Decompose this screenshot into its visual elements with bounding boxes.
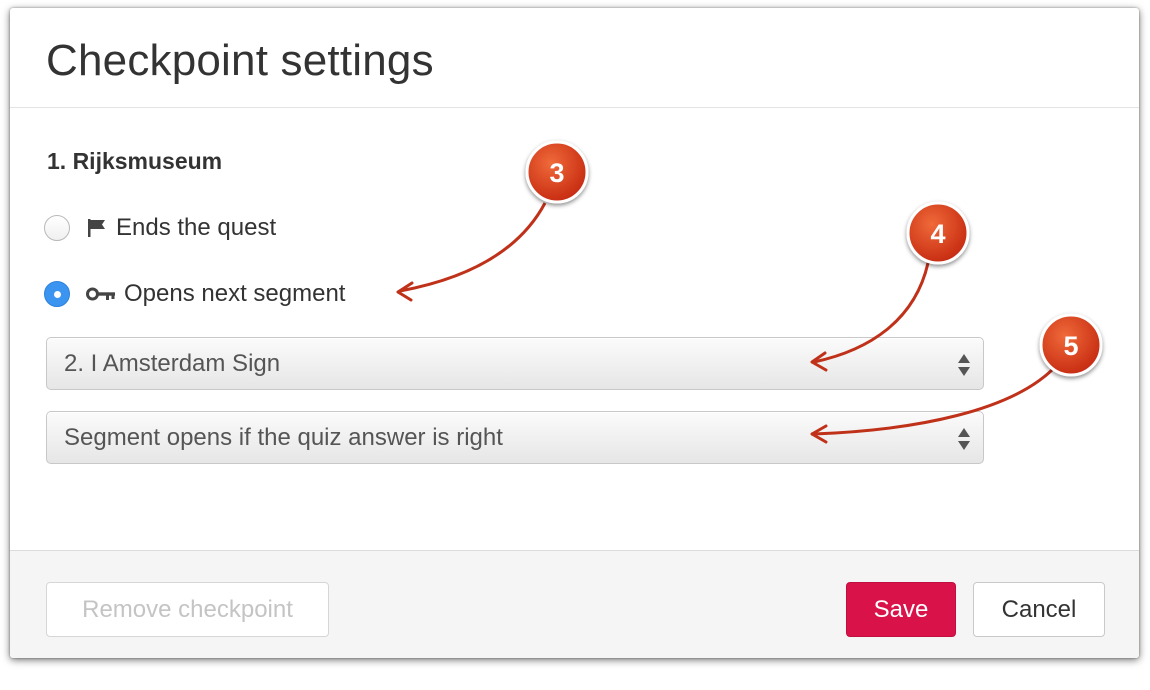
dialog-footer: Remove checkpoint Save Cancel — [10, 550, 1139, 658]
cancel-button[interactable]: Cancel — [973, 582, 1105, 637]
option-ends-quest[interactable]: Ends the quest — [44, 213, 276, 243]
checkpoint-name: 1. Rijksmuseum — [47, 148, 223, 174]
segment-select[interactable]: 2. I Amsterdam Sign — [46, 337, 984, 390]
dialog-title: Checkpoint settings — [46, 36, 434, 85]
select-arrows-icon — [957, 352, 971, 383]
segment-select-value: 2. I Amsterdam Sign — [64, 350, 281, 377]
ends-quest-label: Ends the quest — [116, 214, 277, 241]
condition-select-value: Segment opens if the quiz answer is righ… — [64, 424, 503, 451]
flag-icon — [86, 217, 108, 239]
checkpoint-settings-dialog: Checkpoint settings 1. Rijksmuseum Ends … — [10, 8, 1139, 658]
condition-select[interactable]: Segment opens if the quiz answer is righ… — [46, 411, 984, 464]
remove-checkpoint-button[interactable]: Remove checkpoint — [46, 582, 329, 637]
save-button[interactable]: Save — [846, 582, 956, 637]
ends-quest-radio[interactable] — [44, 215, 70, 241]
dialog-header: Checkpoint settings — [10, 8, 1139, 108]
opens-next-segment-radio[interactable] — [44, 281, 70, 307]
opens-next-segment-label: Opens next segment — [124, 280, 346, 307]
select-arrows-icon — [957, 426, 971, 457]
option-opens-next-segment[interactable]: Opens next segment — [44, 279, 345, 309]
key-icon — [86, 284, 116, 304]
